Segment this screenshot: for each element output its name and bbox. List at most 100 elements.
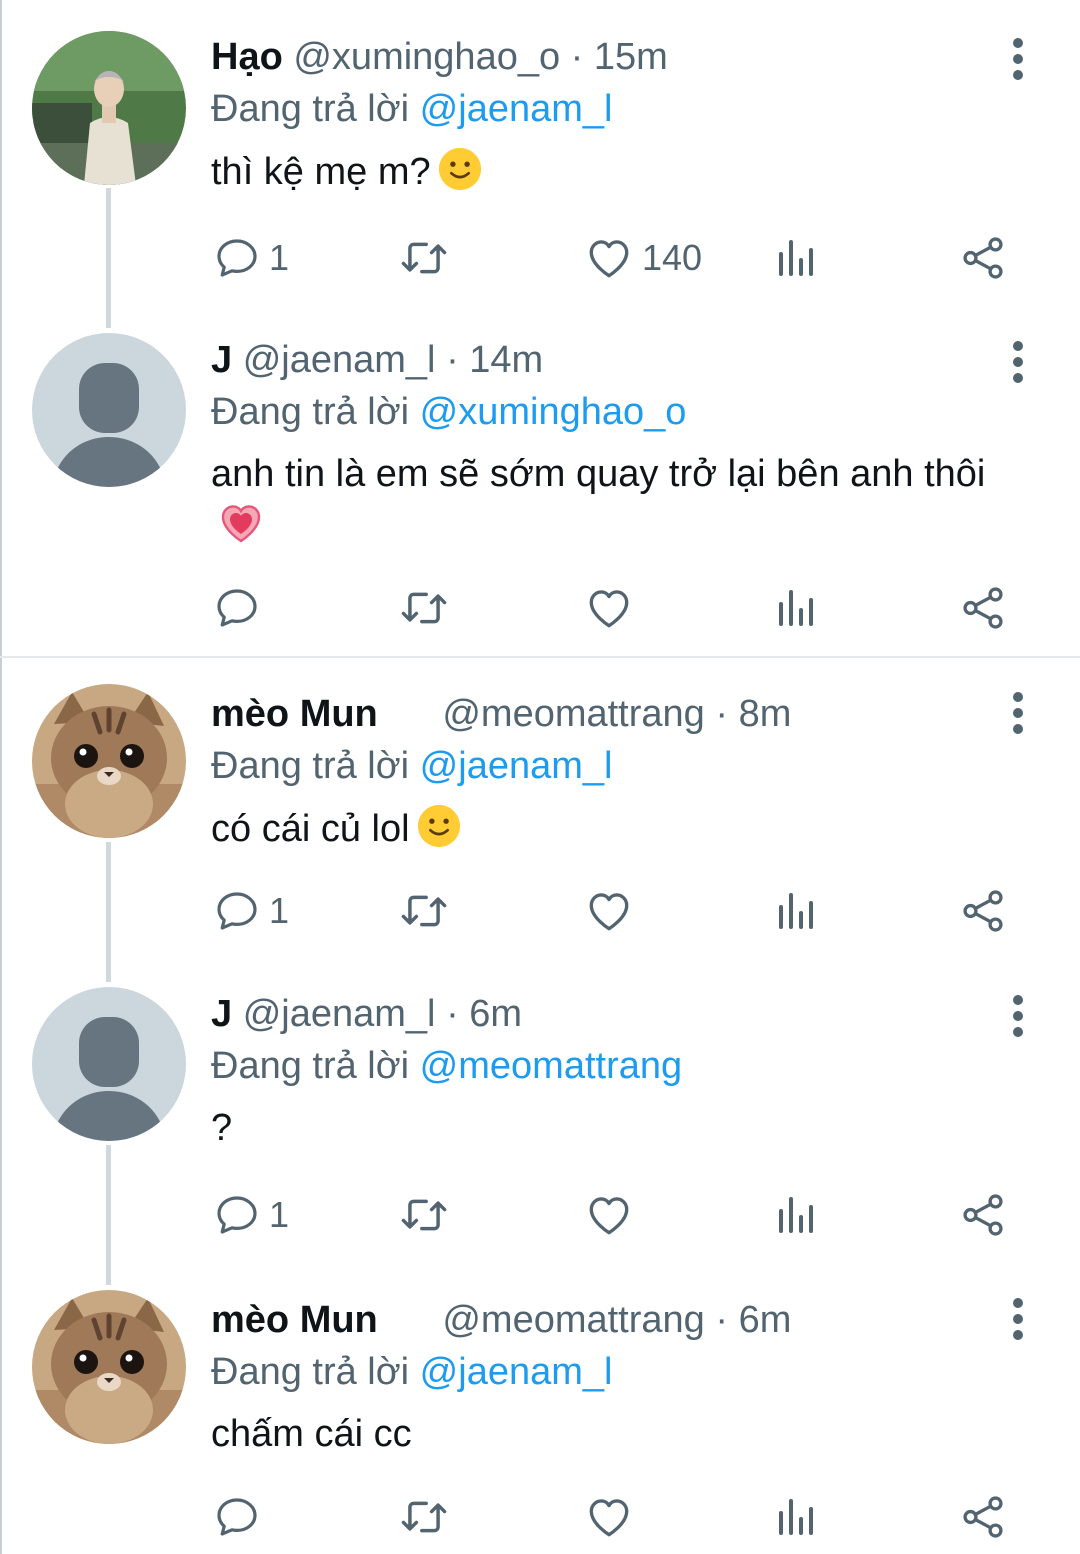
- reply-button[interactable]: [213, 1487, 269, 1547]
- mention-link[interactable]: @meomattrang: [420, 1045, 682, 1087]
- tweet-body: thì kệ mẹ m?: [211, 151, 431, 193]
- tweet-body: ?: [211, 1107, 233, 1149]
- handle[interactable]: @meomattrang: [442, 1299, 704, 1341]
- reply-context: Đang trả lời @jaenam_l: [211, 84, 1010, 134]
- analytics-button[interactable]: [772, 228, 820, 288]
- handle[interactable]: @meomattrang: [442, 693, 704, 735]
- display-name[interactable]: J: [211, 993, 232, 1035]
- avatar-meo-mun[interactable]: [32, 1290, 186, 1444]
- reply-count: 1: [269, 890, 290, 931]
- mention-link[interactable]: @xuminghao_o: [420, 391, 687, 433]
- reply-icon: [213, 1493, 261, 1541]
- handle[interactable]: @jaenam_l: [243, 339, 436, 381]
- action-bar: 1 140: [0, 228, 1080, 288]
- analytics-button[interactable]: [772, 1487, 820, 1547]
- avatar-hao[interactable]: [32, 31, 186, 185]
- reply-icon: [213, 584, 261, 632]
- tweet-header: mèo Mun @meomattrang · 8m: [211, 686, 1010, 739]
- handle[interactable]: @jaenam_l: [243, 993, 436, 1035]
- reply-button[interactable]: 1: [213, 881, 289, 941]
- retweet-icon: [398, 1491, 450, 1543]
- analytics-icon: [772, 234, 820, 282]
- like-button[interactable]: [584, 578, 642, 638]
- like-button[interactable]: [584, 1185, 642, 1245]
- tweet-content: J @jaenam_l · 6m Đang trả lời @meomattra…: [211, 989, 1010, 1153]
- tweet-header: J @jaenam_l · 6m: [211, 989, 1010, 1039]
- share-button[interactable]: [958, 881, 1008, 941]
- share-button[interactable]: [958, 1185, 1008, 1245]
- retweet-icon: [398, 582, 450, 634]
- like-button[interactable]: [584, 1487, 642, 1547]
- reply-count: 1: [269, 1194, 290, 1235]
- action-bar: [0, 1487, 1080, 1547]
- mention-link[interactable]: @jaenam_l: [420, 1351, 613, 1393]
- avatar-j[interactable]: [32, 333, 186, 487]
- tweet-content: mèo Mun @meomattrang · 6m Đang trả lời @…: [211, 1292, 1010, 1459]
- reply-icon: [213, 1191, 261, 1239]
- retweet-button[interactable]: [398, 578, 450, 638]
- action-bar: [0, 578, 1080, 638]
- more-icon[interactable]: [1008, 1298, 1028, 1346]
- retweet-button[interactable]: [398, 1487, 450, 1547]
- analytics-icon: [772, 1493, 820, 1541]
- tweet-text: thì kệ mẹ m?: [211, 146, 1010, 197]
- reply-prefix: Đang trả lời: [211, 391, 410, 433]
- smile-emoji-icon: [437, 146, 483, 192]
- more-icon[interactable]: [1008, 38, 1028, 86]
- analytics-button[interactable]: [772, 578, 820, 638]
- reply-context: Đang trả lời @meomattrang: [211, 1041, 1010, 1091]
- heart-emoji-icon: [217, 499, 265, 547]
- tweet-text: ?: [211, 1103, 1010, 1153]
- retweet-button[interactable]: [398, 1185, 450, 1245]
- tweet-header: J @jaenam_l · 14m: [211, 335, 1010, 385]
- display-name[interactable]: Hạo: [211, 36, 283, 78]
- reply-button[interactable]: 1: [213, 228, 289, 288]
- reply-context: Đang trả lời @jaenam_l: [211, 1347, 1010, 1397]
- reply-button[interactable]: 1: [213, 1185, 289, 1245]
- tweet-text: có cái củ lol: [211, 803, 1010, 854]
- retweet-icon: [398, 1189, 450, 1241]
- more-icon[interactable]: [1008, 341, 1028, 389]
- share-icon: [958, 886, 1008, 936]
- reply-icon: [213, 887, 261, 935]
- tweet-content: J @jaenam_l · 14m Đang trả lời @xumingha…: [211, 335, 1010, 552]
- retweet-button[interactable]: [398, 228, 450, 288]
- avatar-j[interactable]: [32, 987, 186, 1141]
- like-button[interactable]: 140: [584, 228, 702, 288]
- timestamp: · 15m: [570, 36, 668, 78]
- reply-prefix: Đang trả lời: [211, 88, 410, 130]
- mention-link[interactable]: @jaenam_l: [420, 88, 613, 130]
- timestamp: · 8m: [715, 693, 792, 735]
- reply-prefix: Đang trả lời: [211, 1351, 410, 1393]
- smile-emoji-icon: [416, 803, 462, 849]
- analytics-button[interactable]: [772, 881, 820, 941]
- analytics-icon: [772, 887, 820, 935]
- timestamp: · 6m: [446, 993, 523, 1035]
- display-name[interactable]: mèo Mun: [211, 693, 378, 735]
- like-icon: [584, 886, 634, 936]
- timestamp: · 14m: [446, 339, 544, 381]
- crescent-moon-emoji-icon: [384, 686, 430, 732]
- retweet-icon: [398, 232, 450, 284]
- avatar-meo-mun[interactable]: [32, 684, 186, 838]
- action-bar: 1: [0, 881, 1080, 941]
- like-button[interactable]: [584, 881, 642, 941]
- reply-prefix: Đang trả lời: [211, 745, 410, 787]
- mention-link[interactable]: @jaenam_l: [420, 745, 613, 787]
- retweet-button[interactable]: [398, 881, 450, 941]
- share-button[interactable]: [958, 578, 1008, 638]
- share-button[interactable]: [958, 1487, 1008, 1547]
- share-button[interactable]: [958, 228, 1008, 288]
- tweet-body: anh tin là em sẽ sớm quay trở lại bên an…: [211, 453, 986, 495]
- like-count: 140: [642, 237, 703, 278]
- like-icon: [584, 233, 634, 283]
- analytics-button[interactable]: [772, 1185, 820, 1245]
- display-name[interactable]: mèo Mun: [211, 1299, 378, 1341]
- display-name[interactable]: J: [211, 339, 232, 381]
- reply-button[interactable]: [213, 578, 269, 638]
- more-icon[interactable]: [1008, 995, 1028, 1043]
- more-icon[interactable]: [1008, 692, 1028, 740]
- handle[interactable]: @xuminghao_o: [293, 36, 560, 78]
- tweet-header: mèo Mun @meomattrang · 6m: [211, 1292, 1010, 1345]
- reply-prefix: Đang trả lời: [211, 1045, 410, 1087]
